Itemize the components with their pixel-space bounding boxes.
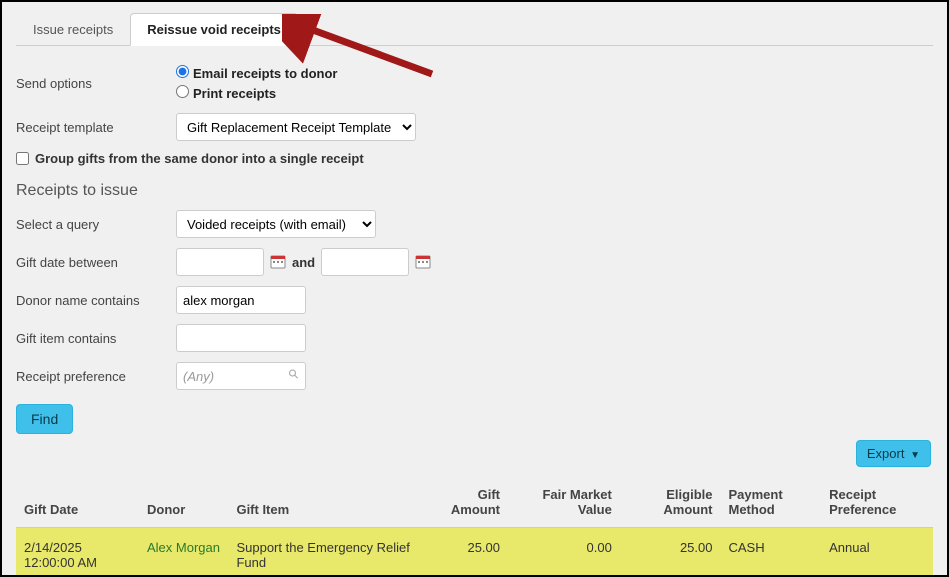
calendar-icon[interactable] xyxy=(415,254,431,270)
row-donor-name: Donor name contains xyxy=(16,286,933,314)
col-donor[interactable]: Donor xyxy=(139,477,228,528)
radio-print-receipts[interactable]: Print receipts xyxy=(176,84,337,104)
send-options-label: Send options xyxy=(16,76,176,91)
donor-link[interactable]: Alex Morgan xyxy=(147,540,220,555)
row-receipt-template: Receipt template Gift Replacement Receip… xyxy=(16,113,933,141)
cell-payment: CASH xyxy=(720,528,821,577)
and-label: and xyxy=(292,255,315,270)
tab-issue-receipts[interactable]: Issue receipts xyxy=(16,13,130,46)
calendar-icon[interactable] xyxy=(270,254,286,270)
receipt-template-label: Receipt template xyxy=(16,120,176,135)
group-gifts-label[interactable]: Group gifts from the same donor into a s… xyxy=(35,151,364,166)
table-row[interactable]: 2/14/2025 12:00:00 AM Alex Morgan Suppor… xyxy=(16,528,933,577)
gift-date-start-input[interactable] xyxy=(176,248,264,276)
row-select-query: Select a query Voided receipts (with ema… xyxy=(16,210,933,238)
receipt-preference-input[interactable] xyxy=(176,362,306,390)
receipts-to-issue-heading: Receipts to issue xyxy=(16,182,933,200)
receipt-template-select[interactable]: Gift Replacement Receipt Template xyxy=(176,113,416,141)
col-gift-amount[interactable]: Gift Amount xyxy=(419,477,508,528)
row-gift-item: Gift item contains xyxy=(16,324,933,352)
radio-email-receipts[interactable]: Email receipts to donor xyxy=(176,64,337,84)
find-button[interactable]: Find xyxy=(16,404,73,434)
row-send-options: Send options Email receipts to donor Pri… xyxy=(16,64,933,103)
cell-fair-market: 0.00 xyxy=(508,528,620,577)
col-receipt-pref[interactable]: Receipt Preference xyxy=(821,477,933,528)
cell-eligible: 25.00 xyxy=(620,528,721,577)
col-gift-date[interactable]: Gift Date xyxy=(16,477,139,528)
donor-name-label: Donor name contains xyxy=(16,293,176,308)
group-gifts-checkbox[interactable] xyxy=(16,152,29,165)
cell-gift-item: Support the Emergency Relief Fund xyxy=(228,528,418,577)
row-gift-date: Gift date between and xyxy=(16,248,933,276)
results-table: Gift Date Donor Gift Item Gift Amount Fa… xyxy=(16,477,933,577)
gift-date-end-input[interactable] xyxy=(321,248,409,276)
tab-reissue-void-receipts[interactable]: Reissue void receipts xyxy=(130,13,298,46)
tabs-bar: Issue receipts Reissue void receipts xyxy=(16,12,933,46)
col-fair-market[interactable]: Fair Market Value xyxy=(508,477,620,528)
gift-date-label: Gift date between xyxy=(16,255,176,270)
cell-gift-date: 2/14/2025 12:00:00 AM xyxy=(16,528,139,577)
chevron-down-icon: ▼ xyxy=(910,450,920,461)
col-payment[interactable]: Payment Method xyxy=(720,477,821,528)
cell-gift-amount: 25.00 xyxy=(419,528,508,577)
col-gift-item[interactable]: Gift Item xyxy=(228,477,418,528)
select-query-dropdown[interactable]: Voided receipts (with email) xyxy=(176,210,376,238)
export-button[interactable]: Export ▼ xyxy=(856,440,931,467)
receipt-preference-label: Receipt preference xyxy=(16,369,176,384)
gift-item-input[interactable] xyxy=(176,324,306,352)
cell-receipt-pref: Annual xyxy=(821,528,933,577)
select-query-label: Select a query xyxy=(16,217,176,232)
col-eligible[interactable]: Eligible Amount xyxy=(620,477,721,528)
row-receipt-preference: Receipt preference xyxy=(16,362,933,390)
gift-item-label: Gift item contains xyxy=(16,331,176,346)
donor-name-input[interactable] xyxy=(176,286,306,314)
